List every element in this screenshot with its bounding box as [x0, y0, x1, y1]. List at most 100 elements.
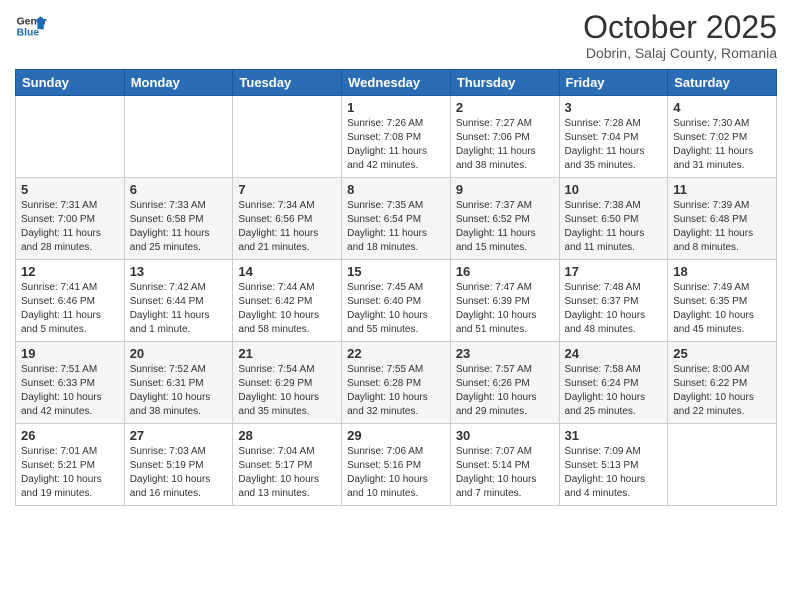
calendar-cell-w1-d4: 1 Sunrise: 7:26 AM Sunset: 7:08 PM Daylig… [342, 96, 451, 178]
calendar-cell-w2-d4: 8Sunrise: 7:35 AM Sunset: 6:54 PM Daylig… [342, 178, 451, 260]
calendar-cell-w1-d3 [233, 96, 342, 178]
calendar-cell-w4-d7: 25 Sunrise: 8:00 AM Sunset: 6:22 PM Dayli… [668, 342, 777, 424]
logo: General Blue [15, 10, 47, 42]
day-info: Sunrise: 7:57 AM Sunset: 6:26 PM Dayligh… [456, 363, 554, 419]
day-number: 10 [565, 182, 663, 197]
subtitle: Dobrin, Salaj County, Romania [583, 45, 777, 61]
day-number: 20 [130, 346, 228, 361]
calendar-cell-w5-d6: 31 Sunrise: 7:09 AM Sunset: 5:13 PM Dayli… [559, 424, 668, 506]
day-number: 9 [456, 182, 554, 197]
day-info: Sunrise: 7:01 AM Sunset: 5:21 PM Dayligh… [21, 445, 119, 501]
col-header-tuesday: Tuesday [233, 70, 342, 96]
calendar-cell-w2-d7: 11 Sunrise: 7:39 AM Sunset: 6:48 PM Dayli… [668, 178, 777, 260]
day-info: Sunrise: 7:44 AM Sunset: 6:42 PM Dayligh… [238, 281, 336, 337]
day-info: Sunrise: 7:38 AM Sunset: 6:50 PM Dayligh… [565, 199, 663, 255]
calendar-table: Sunday Monday Tuesday Wednesday Thursday… [15, 69, 777, 506]
calendar-cell-w5-d3: 28Sunrise: 7:04 AM Sunset: 5:17 PM Dayli… [233, 424, 342, 506]
day-number: 18 [673, 264, 771, 279]
day-info: Sunrise: 7:31 AM Sunset: 7:00 PM Dayligh… [21, 199, 119, 255]
day-info: Sunrise: 7:51 AM Sunset: 6:33 PM Dayligh… [21, 363, 119, 419]
day-number: 6 [130, 182, 228, 197]
calendar-cell-w5-d7 [668, 424, 777, 506]
day-info: Sunrise: 7:07 AM Sunset: 5:14 PM Dayligh… [456, 445, 554, 501]
day-number: 5 [21, 182, 119, 197]
calendar-cell-w1-d7: 4 Sunrise: 7:30 AM Sunset: 7:02 PM Daylig… [668, 96, 777, 178]
week-row-4: 19 Sunrise: 7:51 AM Sunset: 6:33 PM Dayli… [16, 342, 777, 424]
calendar-cell-w3-d3: 14 Sunrise: 7:44 AM Sunset: 6:42 PM Dayli… [233, 260, 342, 342]
calendar-cell-w3-d1: 12 Sunrise: 7:41 AM Sunset: 6:46 PM Dayli… [16, 260, 125, 342]
calendar-cell-w1-d2 [124, 96, 233, 178]
col-header-monday: Monday [124, 70, 233, 96]
day-info: Sunrise: 7:37 AM Sunset: 6:52 PM Dayligh… [456, 199, 554, 255]
calendar-cell-w2-d2: 6 Sunrise: 7:33 AM Sunset: 6:58 PM Daylig… [124, 178, 233, 260]
calendar-cell-w5-d2: 27Sunrise: 7:03 AM Sunset: 5:19 PM Dayli… [124, 424, 233, 506]
week-row-2: 5 Sunrise: 7:31 AM Sunset: 7:00 PM Daylig… [16, 178, 777, 260]
day-number: 21 [238, 346, 336, 361]
day-number: 12 [21, 264, 119, 279]
day-info: Sunrise: 7:33 AM Sunset: 6:58 PM Dayligh… [130, 199, 228, 255]
day-info: Sunrise: 7:52 AM Sunset: 6:31 PM Dayligh… [130, 363, 228, 419]
day-info: Sunrise: 7:09 AM Sunset: 5:13 PM Dayligh… [565, 445, 663, 501]
calendar-cell-w4-d4: 22 Sunrise: 7:55 AM Sunset: 6:28 PM Dayli… [342, 342, 451, 424]
calendar-cell-w2-d5: 9 Sunrise: 7:37 AM Sunset: 6:52 PM Daylig… [450, 178, 559, 260]
col-header-saturday: Saturday [668, 70, 777, 96]
calendar-cell-w3-d2: 13Sunrise: 7:42 AM Sunset: 6:44 PM Dayli… [124, 260, 233, 342]
day-info: Sunrise: 7:30 AM Sunset: 7:02 PM Dayligh… [673, 117, 771, 173]
day-number: 3 [565, 100, 663, 115]
calendar-cell-w5-d1: 26 Sunrise: 7:01 AM Sunset: 5:21 PM Dayli… [16, 424, 125, 506]
day-number: 2 [456, 100, 554, 115]
day-number: 1 [347, 100, 445, 115]
day-number: 17 [565, 264, 663, 279]
calendar-cell-w1-d5: 2Sunrise: 7:27 AM Sunset: 7:06 PM Daylig… [450, 96, 559, 178]
day-info: Sunrise: 7:45 AM Sunset: 6:40 PM Dayligh… [347, 281, 445, 337]
calendar-cell-w3-d7: 18 Sunrise: 7:49 AM Sunset: 6:35 PM Dayli… [668, 260, 777, 342]
calendar-cell-w4-d3: 21 Sunrise: 7:54 AM Sunset: 6:29 PM Dayli… [233, 342, 342, 424]
day-number: 19 [21, 346, 119, 361]
day-number: 30 [456, 428, 554, 443]
svg-text:Blue: Blue [17, 28, 40, 39]
day-info: Sunrise: 7:26 AM Sunset: 7:08 PM Dayligh… [347, 117, 445, 173]
day-number: 27 [130, 428, 228, 443]
day-number: 25 [673, 346, 771, 361]
col-header-wednesday: Wednesday [342, 70, 451, 96]
day-number: 22 [347, 346, 445, 361]
calendar-cell-w2-d6: 10 Sunrise: 7:38 AM Sunset: 6:50 PM Dayli… [559, 178, 668, 260]
calendar-cell-w4-d1: 19 Sunrise: 7:51 AM Sunset: 6:33 PM Dayli… [16, 342, 125, 424]
day-info: Sunrise: 7:41 AM Sunset: 6:46 PM Dayligh… [21, 281, 119, 337]
calendar-cell-w3-d5: 16Sunrise: 7:47 AM Sunset: 6:39 PM Dayli… [450, 260, 559, 342]
logo-icon: General Blue [15, 10, 47, 42]
calendar-cell-w3-d6: 17Sunrise: 7:48 AM Sunset: 6:37 PM Dayli… [559, 260, 668, 342]
day-info: Sunrise: 7:55 AM Sunset: 6:28 PM Dayligh… [347, 363, 445, 419]
week-row-1: 1 Sunrise: 7:26 AM Sunset: 7:08 PM Daylig… [16, 96, 777, 178]
day-info: Sunrise: 7:28 AM Sunset: 7:04 PM Dayligh… [565, 117, 663, 173]
day-info: Sunrise: 7:54 AM Sunset: 6:29 PM Dayligh… [238, 363, 336, 419]
day-number: 8 [347, 182, 445, 197]
calendar-cell-w2-d1: 5 Sunrise: 7:31 AM Sunset: 7:00 PM Daylig… [16, 178, 125, 260]
day-number: 15 [347, 264, 445, 279]
calendar-cell-w4-d5: 23Sunrise: 7:57 AM Sunset: 6:26 PM Dayli… [450, 342, 559, 424]
col-header-friday: Friday [559, 70, 668, 96]
day-number: 14 [238, 264, 336, 279]
col-header-thursday: Thursday [450, 70, 559, 96]
calendar-cell-w5-d5: 30 Sunrise: 7:07 AM Sunset: 5:14 PM Dayli… [450, 424, 559, 506]
day-number: 31 [565, 428, 663, 443]
day-info: Sunrise: 7:04 AM Sunset: 5:17 PM Dayligh… [238, 445, 336, 501]
header: General Blue October 2025 Dobrin, Salaj … [15, 10, 777, 61]
col-header-sunday: Sunday [16, 70, 125, 96]
week-row-5: 26 Sunrise: 7:01 AM Sunset: 5:21 PM Dayli… [16, 424, 777, 506]
day-info: Sunrise: 8:00 AM Sunset: 6:22 PM Dayligh… [673, 363, 771, 419]
day-info: Sunrise: 7:58 AM Sunset: 6:24 PM Dayligh… [565, 363, 663, 419]
calendar-cell-w5-d4: 29Sunrise: 7:06 AM Sunset: 5:16 PM Dayli… [342, 424, 451, 506]
day-number: 11 [673, 182, 771, 197]
day-number: 4 [673, 100, 771, 115]
day-info: Sunrise: 7:34 AM Sunset: 6:56 PM Dayligh… [238, 199, 336, 255]
title-block: October 2025 Dobrin, Salaj County, Roman… [583, 10, 777, 61]
calendar-cell-w2-d3: 7Sunrise: 7:34 AM Sunset: 6:56 PM Daylig… [233, 178, 342, 260]
calendar-cell-w4-d6: 24 Sunrise: 7:58 AM Sunset: 6:24 PM Dayli… [559, 342, 668, 424]
main-title: October 2025 [583, 10, 777, 45]
day-info: Sunrise: 7:39 AM Sunset: 6:48 PM Dayligh… [673, 199, 771, 255]
day-number: 26 [21, 428, 119, 443]
day-info: Sunrise: 7:06 AM Sunset: 5:16 PM Dayligh… [347, 445, 445, 501]
day-info: Sunrise: 7:49 AM Sunset: 6:35 PM Dayligh… [673, 281, 771, 337]
day-number: 24 [565, 346, 663, 361]
